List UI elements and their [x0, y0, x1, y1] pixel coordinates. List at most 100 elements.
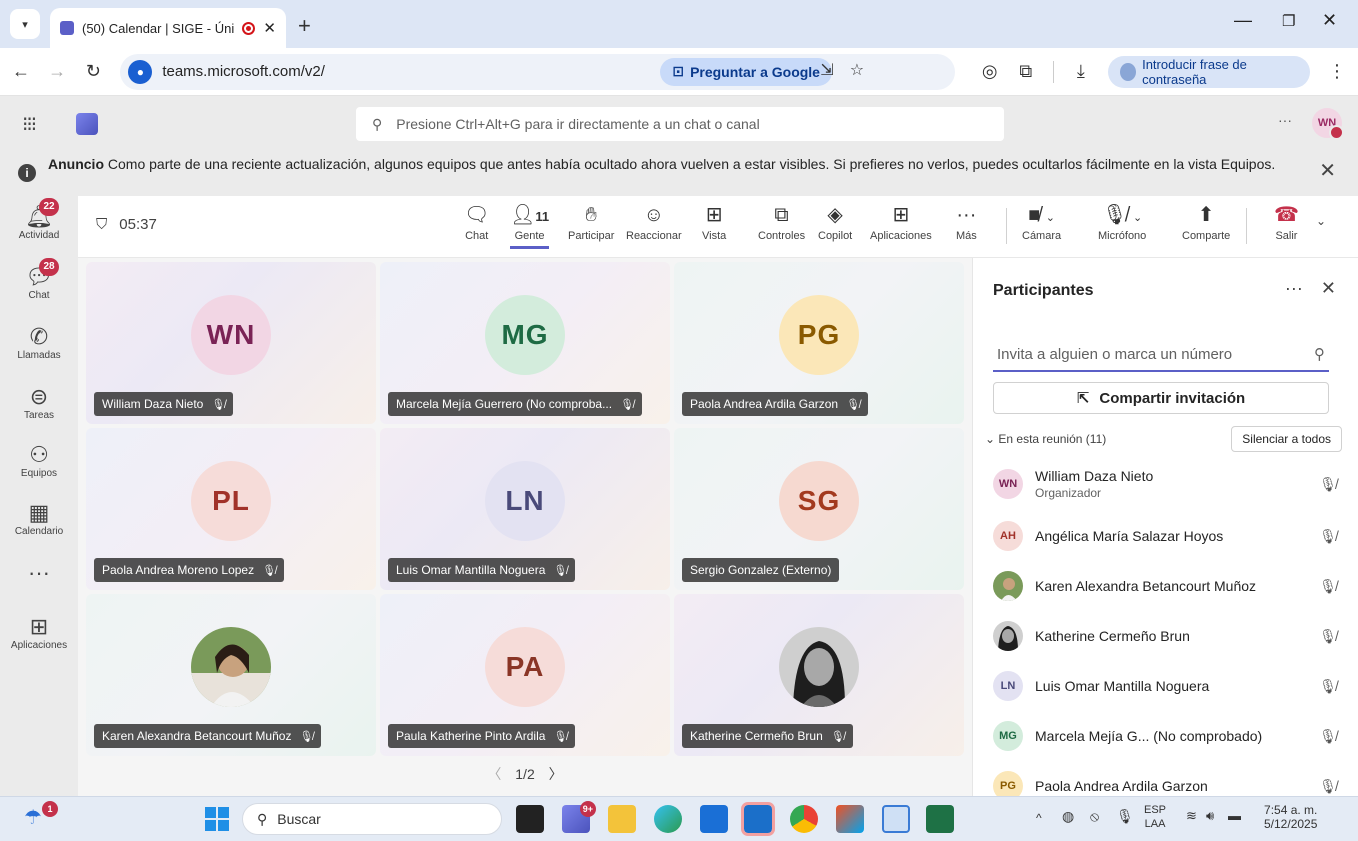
taskbar-search[interactable]: ⚲ Buscar — [242, 803, 502, 835]
invite-search-input[interactable]: Invita a alguien o marca un número ⚲ — [993, 338, 1329, 372]
raise-hand-button[interactable]: ✋︎ Participar — [568, 202, 614, 242]
tab-search-button[interactable]: ▾ — [10, 9, 40, 39]
show-hidden-icons-icon[interactable]: ^ — [1036, 811, 1042, 825]
participant-name: William Daza Nieto — [1035, 468, 1154, 484]
rail-tasks[interactable]: ⊜ Tareas — [0, 384, 78, 421]
participant-tile[interactable]: MG Marcela Mejía Guerrero (No comproba..… — [380, 262, 670, 424]
extensions-puzzle-icon[interactable]: ⧉ — [1017, 61, 1035, 82]
m365-icon[interactable] — [836, 805, 864, 833]
participant-tile[interactable]: PL Paola Andrea Moreno Lopez 🎙︎̸ — [86, 428, 376, 590]
share-invite-button[interactable]: ⇱ Compartir invitación — [993, 382, 1329, 414]
rail-calls[interactable]: ✆ Llamadas — [0, 324, 78, 361]
hang-up-icon: ☎ — [1274, 204, 1299, 226]
camera-button[interactable]: ■̸ ⌄ Cámara — [1022, 202, 1061, 242]
copilot-button[interactable]: ◈ Copilot — [818, 202, 852, 242]
participant-tile[interactable]: Karen Alexandra Betancourt Muñoz 🎙︎̸ — [86, 594, 376, 756]
download-icon[interactable]: ⤓ — [1072, 61, 1090, 82]
notepad-icon[interactable] — [882, 805, 910, 833]
weather-widget-icon[interactable]: ☂ 1 — [24, 801, 58, 833]
participant-tile[interactable]: Katherine Cermeño Brun 🎙︎̸ — [674, 594, 964, 756]
people-button[interactable]: 👤︎11 Gente — [510, 202, 550, 249]
app-launcher-icon[interactable]: ⁝⁝⁝ — [22, 112, 62, 137]
share-button[interactable]: ⬆ Comparte — [1182, 202, 1230, 242]
rail-chat[interactable]: 💬︎ 28 Chat — [0, 258, 78, 301]
browser-tab[interactable]: (50) Calendar | SIGE - Única ✕ — [50, 8, 286, 48]
rail-more[interactable]: ··· — [0, 560, 78, 586]
more-button[interactable]: ··· Más — [956, 202, 977, 242]
reload-icon[interactable]: ↻ — [84, 61, 102, 82]
start-button[interactable] — [204, 806, 230, 832]
extension-icon[interactable]: ◎ — [981, 61, 999, 82]
previous-page-icon[interactable]: 〈 — [487, 766, 501, 782]
participant-photo — [993, 571, 1023, 601]
participant-row[interactable]: MG Marcela Mejía G... (No comprobado) 🎙︎… — [993, 714, 1339, 758]
more-options-icon[interactable]: ··· — [1278, 112, 1292, 128]
passphrase-button[interactable]: Introducir frase de contraseña — [1107, 55, 1310, 88]
browser-menu-icon[interactable]: ⋮ — [1328, 61, 1346, 82]
volume-icon[interactable]: 🔊︎ — [1206, 809, 1214, 823]
panel-more-icon[interactable]: ··· — [1285, 278, 1303, 299]
participant-row[interactable]: WN William Daza Nieto Organizador 🎙︎̸ — [993, 462, 1339, 506]
teams-taskbar-icon[interactable]: 9+ — [562, 801, 596, 833]
close-panel-icon[interactable]: ✕ — [1321, 278, 1336, 299]
file-explorer-icon[interactable] — [608, 805, 636, 833]
react-label: Reaccionar — [626, 230, 682, 242]
microphone-icon[interactable]: 🎙︎ — [1116, 809, 1134, 823]
participant-row[interactable]: AH Angélica María Salazar Hoyos 🎙︎̸ — [993, 514, 1339, 558]
sync-off-icon[interactable]: ⦸ — [1090, 809, 1099, 823]
install-app-icon[interactable]: ⇲ — [820, 60, 833, 80]
rail-activity[interactable]: 🔔︎ 22 Actividad — [0, 198, 78, 241]
next-page-icon[interactable]: 〉 — [549, 766, 563, 782]
mic-button[interactable]: 🎙︎̸ ⌄ Micrófono — [1098, 202, 1146, 242]
store-icon[interactable] — [700, 805, 728, 833]
teams-search-input[interactable]: ⚲ Presione Ctrl+Alt+G para ir directamen… — [356, 107, 1004, 141]
user-avatar[interactable]: WN — [1312, 108, 1344, 140]
close-tab-icon[interactable]: ✕ — [263, 19, 276, 37]
rail-apps[interactable]: ⊞ Aplicaciones — [0, 614, 78, 651]
antivirus-icon[interactable]: ◍ — [1062, 809, 1074, 823]
view-button[interactable]: ⊞ Vista — [702, 202, 726, 242]
excel-icon[interactable] — [926, 805, 954, 833]
bookmark-star-icon[interactable]: ☆ — [850, 60, 864, 80]
new-tab-button[interactable]: + — [298, 13, 311, 39]
rail-calendar[interactable]: ▦ Calendario — [0, 500, 78, 537]
participant-tile[interactable]: PA Paula Katherine Pinto Ardila 🎙︎̸ — [380, 594, 670, 756]
close-banner-icon[interactable]: ✕ — [1319, 161, 1336, 181]
participant-tile[interactable]: WN William Daza Nieto 🎙︎̸ — [86, 262, 376, 424]
minimize-icon[interactable]: — — [1234, 10, 1252, 31]
leave-button[interactable]: ☎ Salir — [1274, 202, 1299, 242]
task-view-icon[interactable] — [516, 805, 544, 833]
participant-row[interactable]: Karen Alexandra Betancourt Muñoz 🎙︎̸ — [993, 564, 1339, 608]
url-field[interactable]: ● teams.microsoft.com/v2/ ⊡ Preguntar a … — [120, 53, 955, 90]
forward-icon[interactable]: → — [48, 61, 66, 82]
close-window-icon[interactable]: ✕ — [1322, 10, 1337, 31]
apps-button[interactable]: ⊞ Aplicaciones — [870, 202, 932, 242]
participant-tile[interactable]: SG Sergio Gonzalez (Externo) — [674, 428, 964, 590]
participant-row[interactable]: LN Luis Omar Mantilla Noguera 🎙︎̸ — [993, 664, 1339, 708]
timer-value: 05:37 — [119, 216, 157, 233]
site-mic-icon[interactable]: ● — [128, 59, 153, 84]
chat-button[interactable]: 🗨︎ Chat — [464, 202, 489, 242]
participant-tile[interactable]: PG Paola Andrea Ardila Garzon 🎙︎̸ — [674, 262, 964, 424]
participant-tile[interactable]: LN Luis Omar Mantilla Noguera 🎙︎̸ — [380, 428, 670, 590]
mute-all-button[interactable]: Silenciar a todos — [1231, 426, 1342, 452]
user-initials: WN — [1317, 117, 1337, 129]
leave-options-chevron-icon[interactable]: ⌄ — [1316, 214, 1326, 228]
react-button[interactable]: ☺ Reaccionar — [626, 202, 682, 242]
battery-icon[interactable]: ▬ — [1228, 809, 1241, 823]
people-icon: 👤︎11 — [510, 204, 550, 226]
controls-button[interactable]: ⧉ Controles — [758, 202, 805, 242]
restore-icon[interactable]: ❐ — [1282, 12, 1295, 30]
back-icon[interactable]: ← — [12, 61, 30, 82]
clock[interactable]: 7:54 a. m. 5/12/2025 — [1264, 803, 1317, 831]
participants-section-toggle[interactable]: ⌄ En esta reunión (11) — [985, 432, 1106, 446]
wifi-icon[interactable]: ≋ — [1186, 809, 1197, 823]
edge-icon[interactable] — [654, 805, 682, 833]
outlook-icon[interactable] — [741, 802, 775, 836]
rail-teams[interactable]: ⚇ Equipos — [0, 442, 78, 479]
ask-google-button[interactable]: ⊡ Preguntar a Google — [660, 57, 832, 86]
chrome-icon[interactable] — [790, 805, 818, 833]
phone-icon: ✆ — [29, 324, 49, 349]
participant-row[interactable]: Katherine Cermeño Brun 🎙︎̸ — [993, 614, 1339, 658]
language-indicator[interactable]: ESP LAA — [1144, 803, 1166, 831]
